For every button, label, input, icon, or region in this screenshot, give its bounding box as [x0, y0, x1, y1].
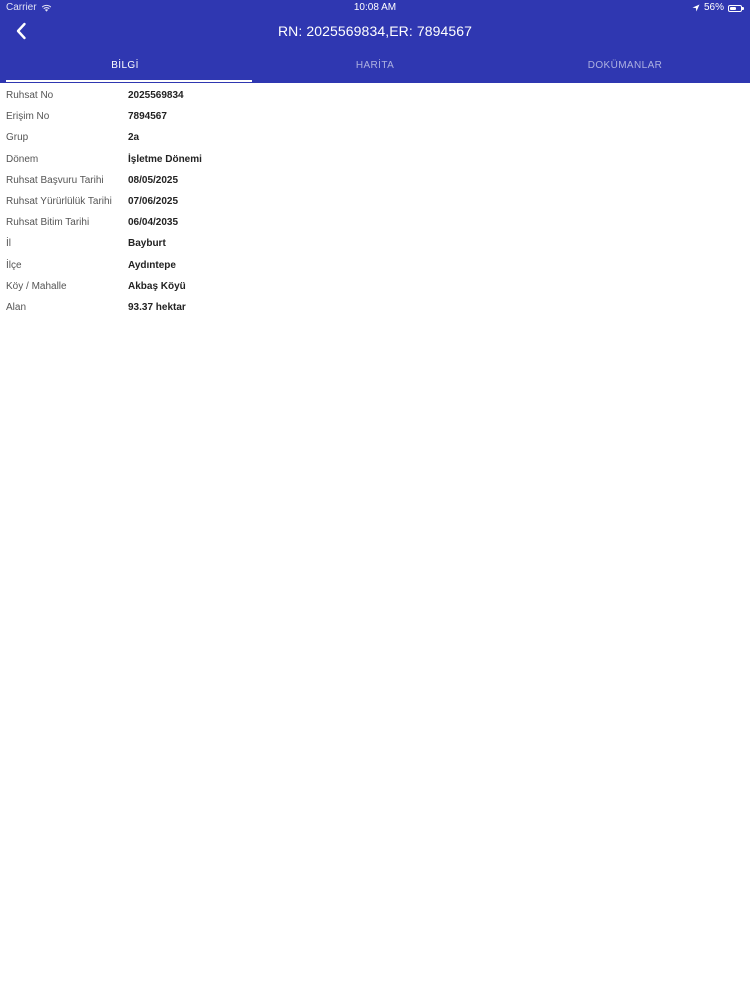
- detail-value: Akbaş Köyü: [128, 280, 186, 292]
- detail-row-yururluluk-tarihi: Ruhsat Yürürlülük Tarihi 07/06/2025: [0, 191, 750, 212]
- detail-label: Grup: [6, 132, 29, 144]
- tab-harita[interactable]: HARİTA: [250, 47, 500, 83]
- detail-label: Dönem: [6, 153, 39, 165]
- tab-bilgi[interactable]: BİLGİ: [0, 47, 252, 83]
- tab-label: DOKÜMANLAR: [587, 59, 663, 71]
- detail-label: Ruhsat Bitim Tarihi: [6, 217, 90, 229]
- detail-label: Ruhsat Yürürlülük Tarihi: [6, 196, 112, 208]
- detail-label: İlçe: [6, 259, 22, 271]
- detail-value: Aydıntepe: [128, 259, 176, 271]
- detail-row-bitim-tarihi: Ruhsat Bitim Tarihi 06/04/2035: [0, 212, 750, 233]
- battery-percent: 56%: [703, 2, 724, 13]
- status-time: 10:08 AM: [353, 2, 397, 13]
- detail-value: Bayburt: [128, 238, 166, 250]
- detail-row-il: İl Bayburt: [0, 233, 750, 254]
- tab-bar: BİLGİ HARİTA DOKÜMANLAR: [0, 47, 750, 83]
- location-arrow-icon: [692, 4, 700, 12]
- detail-value: 08/05/2025: [128, 174, 179, 186]
- detail-label: Köy / Mahalle: [6, 280, 67, 292]
- detail-value: 7894567: [128, 111, 167, 123]
- status-right: 56%: [692, 0, 744, 16]
- detail-value: İşletme Dönemi: [128, 153, 202, 165]
- detail-label: Ruhsat Başvuru Tarihi: [6, 174, 104, 186]
- battery-icon: [728, 4, 744, 12]
- detail-label: Ruhsat No: [6, 90, 54, 102]
- tab-dokumanlar[interactable]: DOKÜMANLAR: [500, 47, 750, 83]
- tab-label: HARİTA: [355, 59, 395, 71]
- detail-row-ruhsat-no: Ruhsat No 2025569834: [0, 85, 750, 106]
- detail-row-ilce: İlçe Aydıntepe: [0, 255, 750, 276]
- detail-value: 2025569834: [128, 90, 184, 102]
- detail-row-basvuru-tarihi: Ruhsat Başvuru Tarihi 08/05/2025: [0, 170, 750, 191]
- detail-label: Erişim No: [6, 111, 50, 123]
- detail-label: İl: [6, 238, 11, 250]
- detail-value: 2a: [128, 132, 140, 144]
- app-header: Carrier 10:08 AM 56% RN: 2025569834,ER: …: [0, 0, 750, 83]
- detail-value: 07/06/2025: [128, 196, 179, 208]
- license-details-list: Ruhsat No 2025569834 Erişim No 7894567 G…: [0, 85, 750, 318]
- battery-fill: [730, 6, 736, 10]
- detail-row-alan: Alan 93.37 hektar: [0, 297, 750, 318]
- detail-row-koy-mahalle: Köy / Mahalle Akbaş Köyü: [0, 276, 750, 297]
- tab-label: BİLGİ: [111, 59, 139, 71]
- detail-value: 93.37 hektar: [128, 301, 186, 313]
- detail-row-donem: Dönem İşletme Dönemi: [0, 149, 750, 170]
- detail-label: Alan: [6, 301, 27, 313]
- nav-bar: RN: 2025569834,ER: 7894567: [0, 16, 750, 46]
- page-title: RN: 2025569834,ER: 7894567: [277, 23, 473, 39]
- detail-row-erisim-no: Erişim No 7894567: [0, 106, 750, 127]
- status-bar: Carrier 10:08 AM 56%: [0, 0, 750, 16]
- detail-value: 06/04/2035: [128, 217, 179, 229]
- detail-row-grup: Grup 2a: [0, 127, 750, 148]
